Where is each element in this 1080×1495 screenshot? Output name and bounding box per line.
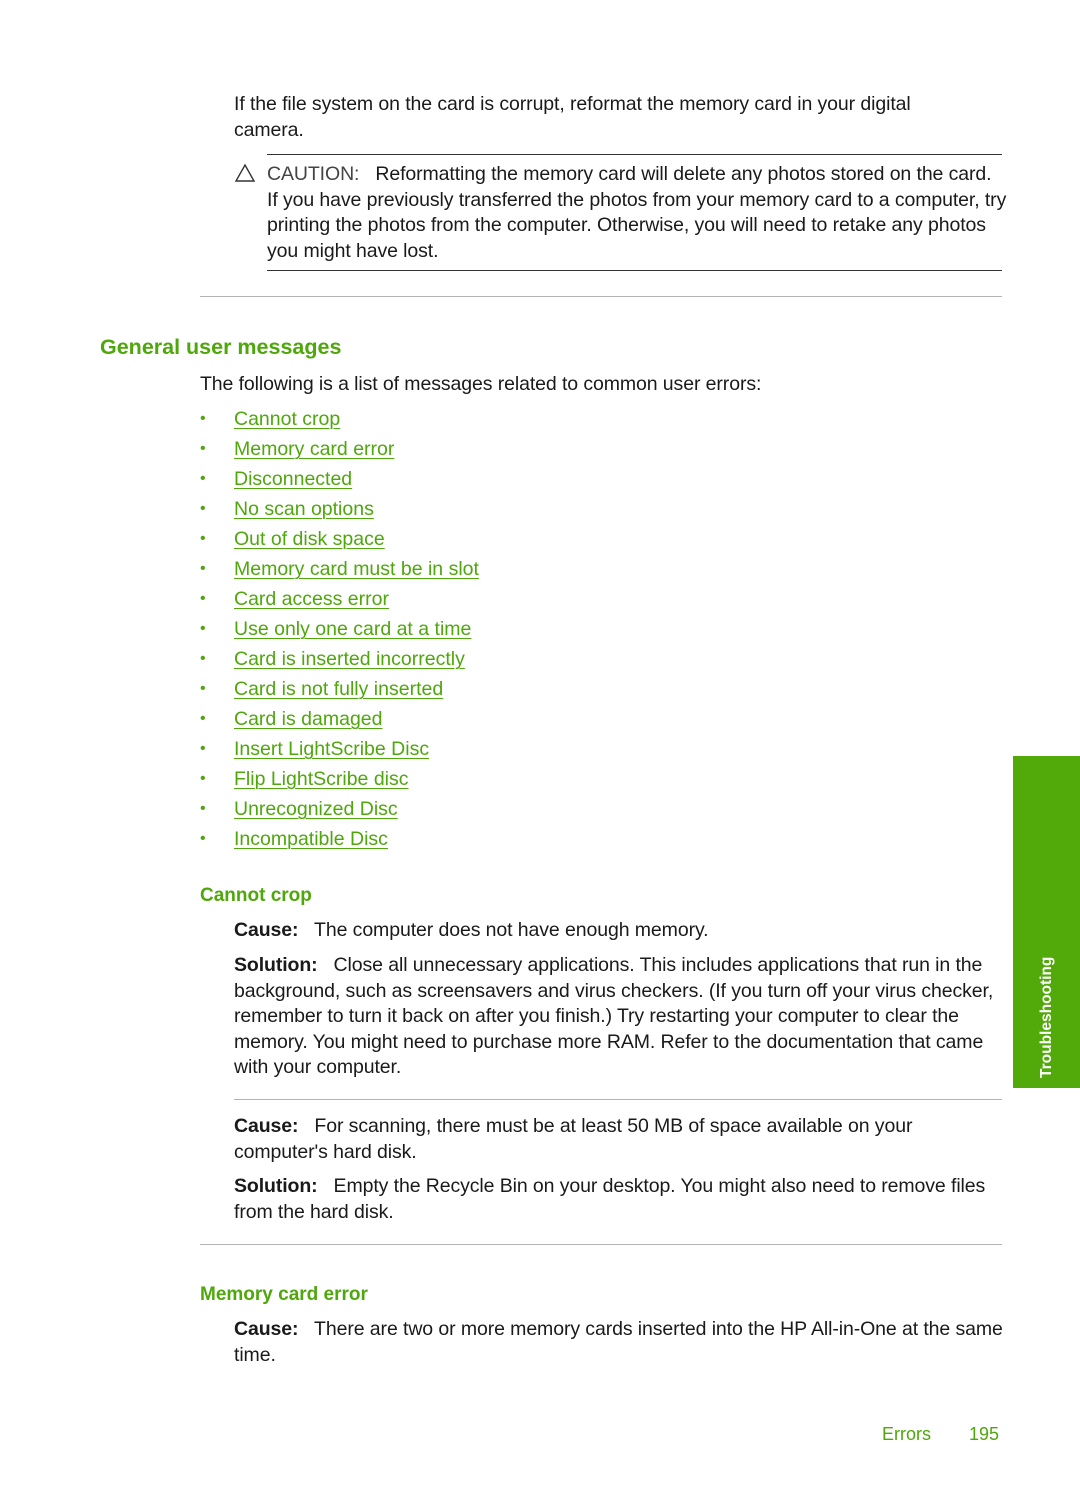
link-memory-card-must-be-in-slot[interactable]: Memory card must be in slot <box>234 555 479 583</box>
link-disconnected[interactable]: Disconnected <box>234 465 352 493</box>
cause-text: There are two or more memory cards inser… <box>234 1318 1003 1366</box>
bullet-icon: • <box>200 470 206 487</box>
link-no-scan-options[interactable]: No scan options <box>234 495 374 523</box>
link-incompatible-disc[interactable]: Incompatible Disc <box>234 825 388 853</box>
cannot-crop-solution-1: Solution: Close all unnecessary applicat… <box>234 953 1006 1081</box>
solution-text: Close all unnecessary applications. This… <box>234 954 994 1078</box>
bullet-icon: • <box>200 620 206 637</box>
bullet-icon: • <box>200 560 206 577</box>
bullet-icon: • <box>200 410 206 427</box>
general-messages-intro: The following is a list of messages rela… <box>200 373 762 395</box>
footer-page-number: 195 <box>969 1424 1000 1444</box>
link-insert-lightscribe-disc[interactable]: Insert LightScribe Disc <box>234 735 429 763</box>
cause-label: Cause: <box>234 1115 299 1137</box>
link-cannot-crop[interactable]: Cannot crop <box>234 405 340 433</box>
cause-label: Cause: <box>234 1318 299 1340</box>
caution-label: CAUTION: <box>267 163 360 185</box>
link-memory-card-error[interactable]: Memory card error <box>234 435 394 463</box>
section-divider <box>200 1244 1002 1245</box>
caution-bottom-rule <box>267 270 1002 271</box>
bullet-icon: • <box>200 740 206 757</box>
bullet-icon: • <box>200 440 206 457</box>
intro-paragraph: If the file system on the card is corrup… <box>234 93 911 141</box>
caution-top-rule <box>267 154 1002 155</box>
bullet-icon: • <box>200 530 206 547</box>
cannot-crop-solution-2: Solution: Empty the Recycle Bin on your … <box>234 1174 1006 1225</box>
bullet-icon: • <box>200 680 206 697</box>
general-user-messages-heading: General user messages <box>100 335 342 359</box>
solution-label: Solution: <box>234 954 318 976</box>
cause-label: Cause: <box>234 919 299 941</box>
bullet-icon: • <box>200 590 206 607</box>
solution-text: Empty the Recycle Bin on your desktop. Y… <box>234 1175 986 1223</box>
link-unrecognized-disc[interactable]: Unrecognized Disc <box>234 795 398 823</box>
caution-triangle-icon <box>235 163 255 182</box>
cause-text: For scanning, there must be at least 50 … <box>234 1115 913 1163</box>
memory-card-error-heading: Memory card error <box>200 1284 368 1305</box>
solution-label: Solution: <box>234 1175 318 1197</box>
footer-section-name: Errors <box>882 1424 931 1444</box>
link-flip-lightscribe-disc[interactable]: Flip LightScribe disc <box>234 765 409 793</box>
bullet-icon: • <box>200 800 206 817</box>
troubleshooting-side-tab[interactable]: Troubleshooting <box>1013 756 1080 1088</box>
link-card-inserted-incorrectly[interactable]: Card is inserted incorrectly <box>234 645 465 673</box>
link-card-access-error[interactable]: Card access error <box>234 585 389 613</box>
caution-text: Reformatting the memory card will delete… <box>267 163 1007 262</box>
cannot-crop-heading: Cannot crop <box>200 885 312 906</box>
link-card-not-fully-inserted[interactable]: Card is not fully inserted <box>234 675 443 703</box>
bullet-icon: • <box>200 500 206 517</box>
cannot-crop-cause-2: Cause: For scanning, there must be at le… <box>234 1114 1004 1165</box>
cause-text: The computer does not have enough memory… <box>314 919 709 941</box>
cannot-crop-cause-1: Cause: The computer does not have enough… <box>234 918 1004 944</box>
link-use-only-one-card[interactable]: Use only one card at a time <box>234 615 471 643</box>
caution-block: CAUTION: Reformatting the memory card wi… <box>267 162 1007 264</box>
bullet-icon: • <box>200 710 206 727</box>
link-card-is-damaged[interactable]: Card is damaged <box>234 705 383 733</box>
side-tab-label: Troubleshooting <box>1037 956 1055 1078</box>
bullet-icon: • <box>200 770 206 787</box>
bullet-icon: • <box>200 650 206 667</box>
link-out-of-disk-space[interactable]: Out of disk space <box>234 525 385 553</box>
memory-card-error-cause: Cause: There are two or more memory card… <box>234 1317 1006 1368</box>
section-divider <box>200 296 1002 297</box>
cause-divider <box>234 1099 1002 1100</box>
bullet-icon: • <box>200 830 206 847</box>
